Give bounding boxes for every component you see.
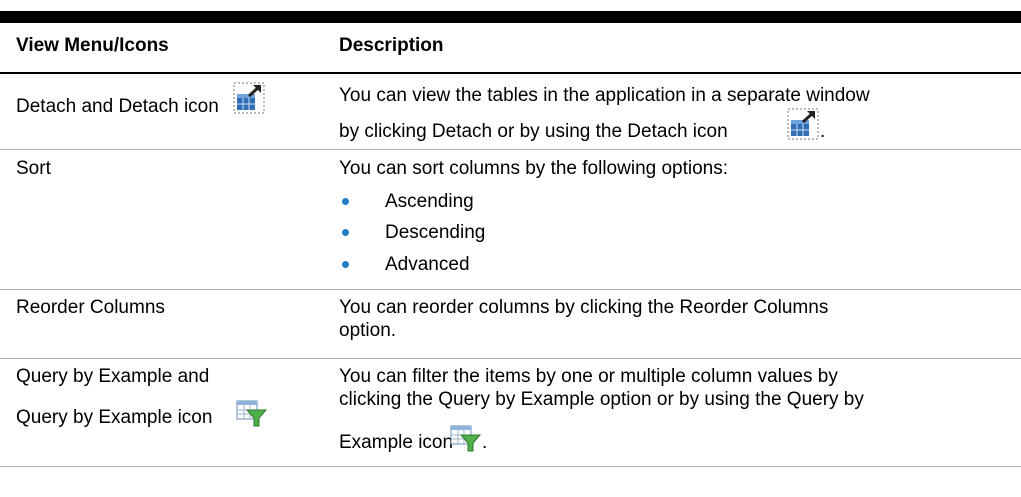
row-desc-detach-period: . [820,121,826,142]
row-desc-detach-line-2: by clicking Detach or by using the Detac… [339,121,728,142]
list-item-label: Ascending [385,191,474,212]
row-desc-detach-line-1: You can view the tables in the applicati… [339,85,870,106]
row-desc-sort: You can sort columns by the following op… [339,158,729,179]
bullet-icon [342,261,349,268]
row-divider [0,466,1021,467]
column-header-view-menu: View Menu/Icons [16,35,169,56]
detach-icon [233,82,265,114]
row-divider [0,149,1021,150]
row-label-reorder-columns: Reorder Columns [16,297,165,318]
column-header-description: Description [339,35,444,56]
row-label-qbe-line-2: Query by Example icon [16,407,213,428]
table-top-bar [0,11,1021,23]
row-desc-qbe-line-2: clicking the Query by Example option or … [339,389,864,410]
row-desc-qbe-period: . [482,432,488,453]
row-label-qbe-line-1: Query by Example and [16,366,210,387]
row-desc-qbe-line-3: Example icon [339,432,454,453]
list-item-label: Descending [385,222,486,243]
row-divider [0,358,1021,359]
row-desc-reorder-line-2: option. [339,320,397,341]
bullet-icon [342,229,349,236]
list-item-label: Advanced [385,254,470,275]
header-divider [0,72,1021,74]
detach-icon [787,108,819,140]
query-by-example-icon [236,400,267,427]
query-by-example-icon [450,425,481,452]
bullet-icon [342,198,349,205]
row-label-detach: Detach and Detach icon [16,96,219,117]
row-label-sort: Sort [16,158,51,179]
row-desc-reorder-line-1: You can reorder columns by clicking the … [339,297,829,318]
row-desc-qbe-line-1: You can filter the items by one or multi… [339,366,838,387]
row-divider [0,289,1021,290]
